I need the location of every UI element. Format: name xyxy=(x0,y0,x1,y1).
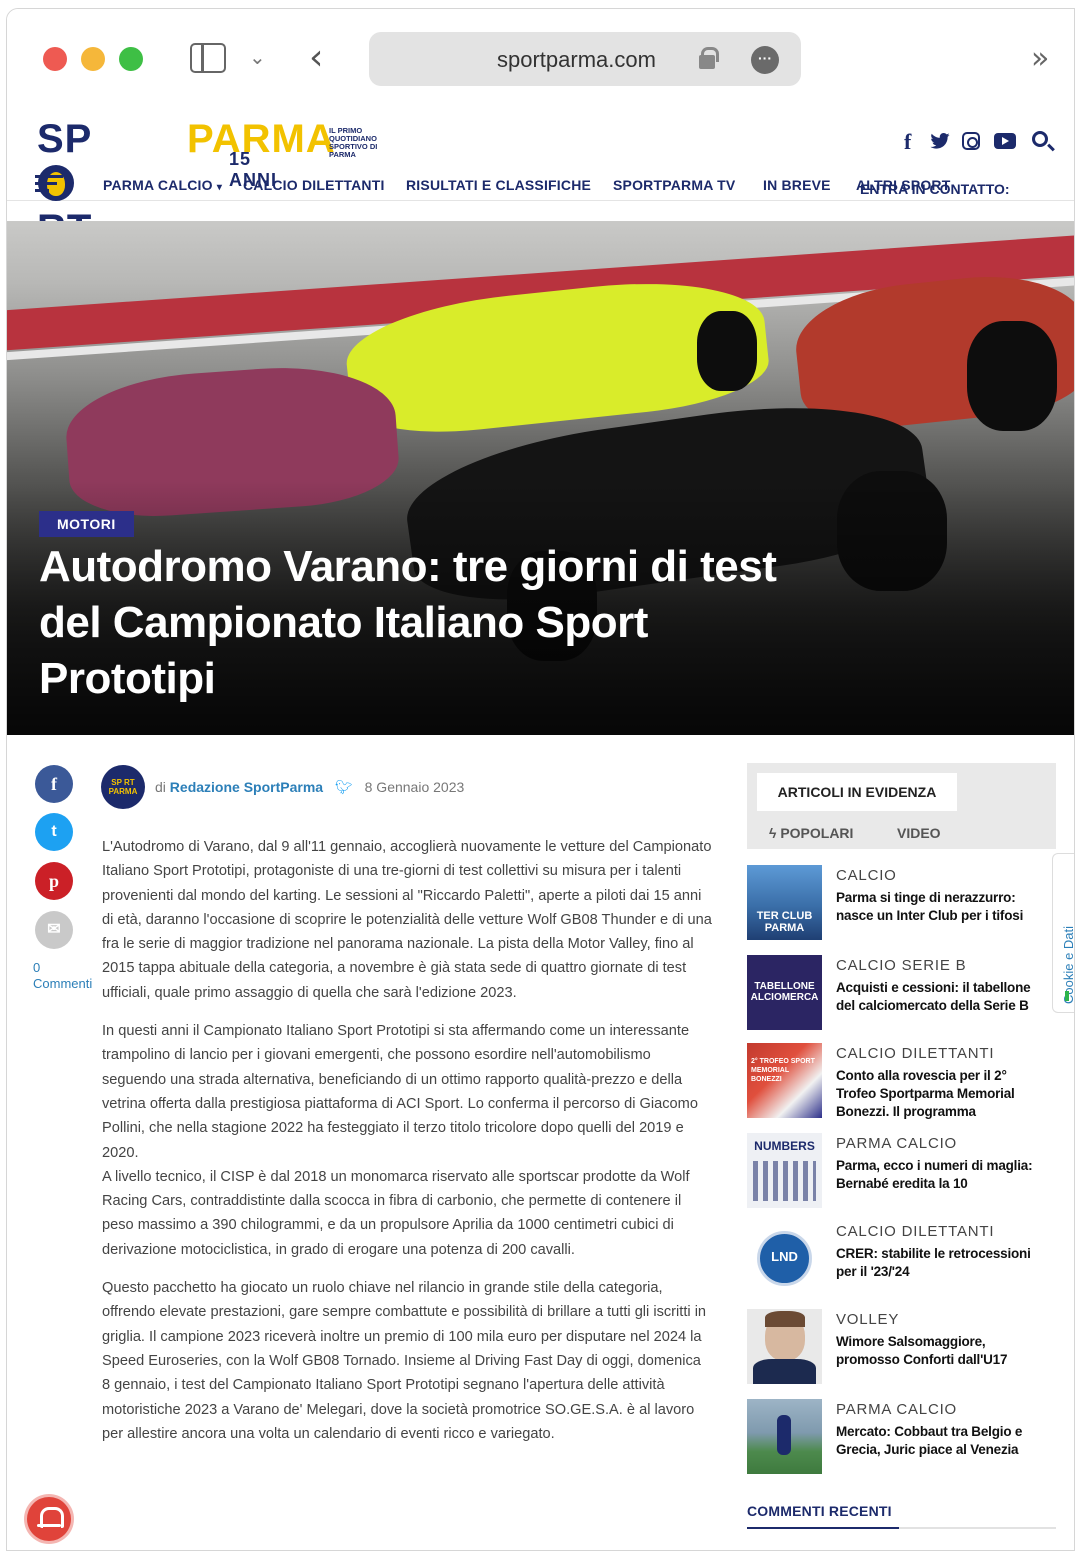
news-category[interactable]: CALCIO SERIE B xyxy=(836,957,966,974)
byline-prefix: di xyxy=(155,779,166,795)
list-item[interactable]: PARMA CALCIO Mercato: Cobbaut tra Belgio… xyxy=(747,1399,1056,1479)
hero-image[interactable]: MOTORI Autodromo Varano: tre giorni di t… xyxy=(7,221,1074,735)
news-thumbnail[interactable]: LND xyxy=(747,1221,822,1296)
hero-wheel xyxy=(967,321,1057,431)
share-facebook-button[interactable]: f xyxy=(35,765,73,803)
twitter-icon[interactable] xyxy=(930,133,950,149)
nav-parma-calcio[interactable]: PARMA CALCIO ▾ xyxy=(103,177,222,193)
minimize-window-button[interactable] xyxy=(81,47,105,71)
cookie-settings-tab[interactable]: Cookie e Dati xyxy=(1052,853,1074,1013)
list-item[interactable]: LND CALCIO DILETTANTI CRER: stabilite le… xyxy=(747,1221,1056,1301)
nav-in-breve[interactable]: IN BREVE xyxy=(763,177,831,193)
search-icon[interactable] xyxy=(1032,131,1048,147)
author-avatar[interactable]: SP RT PARMA xyxy=(101,765,145,809)
address-bar[interactable]: sportparma.com ··· xyxy=(369,32,801,86)
share-email-button[interactable]: ✉ xyxy=(35,911,73,949)
news-category[interactable]: CALCIO DILETTANTI xyxy=(836,1045,994,1062)
nav-calcio-dilettanti[interactable]: CALCIO DILETTANTI xyxy=(243,177,385,193)
tab-video[interactable]: VIDEO xyxy=(897,825,941,841)
widget-header: ARTICOLI IN EVIDENZA ϟ POPOLARI VIDEO xyxy=(747,763,1056,849)
article-body: L'Autodromo di Varano, dal 9 all'11 genn… xyxy=(102,835,712,1460)
news-title[interactable]: Wimore Salsomaggiore, promosso Conforti … xyxy=(836,1333,1046,1369)
hero-wheel xyxy=(697,311,757,391)
news-title[interactable]: Acquisti e cessioni: il tabellone del ca… xyxy=(836,979,1046,1015)
twitter-icon[interactable]: 🐦︎ xyxy=(335,779,353,795)
list-item[interactable]: 2° TROFEO SPORT MEMORIAL BONEZZI CALCIO … xyxy=(747,1043,1056,1123)
news-title[interactable]: Conto alla rovescia per il 2° Trofeo Spo… xyxy=(836,1067,1046,1121)
category-badge[interactable]: MOTORI xyxy=(39,511,134,537)
author-name-link[interactable]: Redazione SportParma xyxy=(170,779,323,795)
byline: di Redazione SportParma 🐦︎ 8 Gennaio 202… xyxy=(155,779,464,796)
news-category[interactable]: VOLLEY xyxy=(836,1311,899,1328)
more-options-icon[interactable]: ··· xyxy=(751,46,779,74)
news-category[interactable]: CALCIO DILETTANTI xyxy=(836,1223,994,1240)
list-item[interactable]: VOLLEY Wimore Salsomaggiore, promosso Co… xyxy=(747,1309,1056,1389)
news-title[interactable]: Parma, ecco i numeri di maglia: Bernabé … xyxy=(836,1157,1046,1193)
article-paragraph: In questi anni il Campionato Italiano Sp… xyxy=(102,1023,698,1161)
chevron-down-icon: ▾ xyxy=(216,182,223,193)
article-title: Autodromo Varano: tre giorni di test del… xyxy=(39,542,777,703)
list-item[interactable]: TER CLUB PARMA CALCIO Parma si tinge di … xyxy=(747,865,1056,945)
notification-bell-icon[interactable] xyxy=(27,1497,71,1541)
list-item[interactable]: TABELLONE ALCIOMERCA CALCIO SERIE B Acqu… xyxy=(747,955,1056,1035)
close-window-button[interactable] xyxy=(43,47,67,71)
news-title[interactable]: CRER: stabilite le retrocessioni per il … xyxy=(836,1245,1046,1281)
lightning-icon: ϟ xyxy=(769,825,777,841)
tab-popolari[interactable]: ϟ POPOLARI xyxy=(769,825,853,841)
article-paragraph: A livello tecnico, il CISP è dal 2018 un… xyxy=(102,1168,690,1258)
lock-icon xyxy=(699,47,719,69)
article-paragraph: L'Autodromo di Varano, dal 9 all'11 genn… xyxy=(102,839,712,1001)
chevron-down-icon[interactable]: ⌄ xyxy=(249,45,266,70)
facebook-icon[interactable]: f xyxy=(904,129,911,155)
tab-articoli-in-evidenza[interactable]: ARTICOLI IN EVIDENZA xyxy=(757,773,957,811)
recent-comments-divider xyxy=(747,1527,1056,1529)
sidebar-toggle-icon[interactable] xyxy=(190,43,226,73)
youtube-icon[interactable] xyxy=(994,133,1016,149)
news-thumbnail[interactable]: TER CLUB PARMA xyxy=(747,865,822,940)
news-thumbnail[interactable] xyxy=(747,1309,822,1384)
news-title[interactable]: Mercato: Cobbaut tra Belgio e Grecia, Ju… xyxy=(836,1423,1046,1459)
nav-risultati-classifiche[interactable]: RISULTATI E CLASSIFICHE xyxy=(406,177,591,193)
browser-toolbar: ⌄ ‹ sportparma.com ··· » xyxy=(7,9,1074,101)
news-thumbnail[interactable]: 2° TROFEO SPORT MEMORIAL BONEZZI xyxy=(747,1043,822,1118)
instagram-icon[interactable] xyxy=(962,132,980,150)
comments-count-link[interactable]: 0 Commenti xyxy=(33,960,93,992)
url-text: sportparma.com xyxy=(497,47,656,72)
expand-toolbar-icon[interactable]: » xyxy=(1031,41,1049,76)
menu-icon[interactable] xyxy=(35,175,63,193)
site-header: SPRT PARMA 15 ANNI IL PRIMO QUOTIDIANO S… xyxy=(7,101,1074,251)
main-nav: PARMA CALCIO ▾ CALCIO DILETTANTI RISULTA… xyxy=(7,167,1074,201)
share-twitter-button[interactable]: t xyxy=(35,813,73,851)
logo-tagline: IL PRIMO QUOTIDIANO SPORTIVO DI PARMA xyxy=(329,126,378,159)
news-category[interactable]: PARMA CALCIO xyxy=(836,1401,957,1418)
article-paragraph: Questo pacchetto ha giocato un ruolo chi… xyxy=(102,1280,707,1442)
recent-comments-heading: COMMENTI RECENTI xyxy=(747,1503,892,1519)
news-thumbnail[interactable]: TABELLONE ALCIOMERCA xyxy=(747,955,822,1030)
news-title[interactable]: Parma si tinge di nerazzurro: nasce un I… xyxy=(836,889,1046,925)
news-thumbnail[interactable]: NUMBERS xyxy=(747,1133,822,1208)
contact-overlay-text: ENTRA IN CONTATTO: xyxy=(860,181,1010,197)
cookie-status-indicator xyxy=(1065,991,1069,1001)
news-category[interactable]: PARMA CALCIO xyxy=(836,1135,957,1152)
list-item[interactable]: NUMBERS PARMA CALCIO Parma, ecco i numer… xyxy=(747,1133,1056,1213)
featured-articles-widget: ARTICOLI IN EVIDENZA ϟ POPOLARI VIDEO xyxy=(747,763,1056,849)
browser-window: ⌄ ‹ sportparma.com ··· » SPRT PARMA 15 A… xyxy=(6,8,1075,1551)
maximize-window-button[interactable] xyxy=(119,47,143,71)
publish-date: 8 Gennaio 2023 xyxy=(364,779,465,795)
nav-sportparma-tv[interactable]: SPORTPARMA TV xyxy=(613,177,735,193)
back-arrow-icon[interactable]: ‹ xyxy=(309,37,323,78)
news-category[interactable]: CALCIO xyxy=(836,867,897,884)
share-pinterest-button[interactable]: p xyxy=(35,862,73,900)
news-thumbnail[interactable] xyxy=(747,1399,822,1474)
